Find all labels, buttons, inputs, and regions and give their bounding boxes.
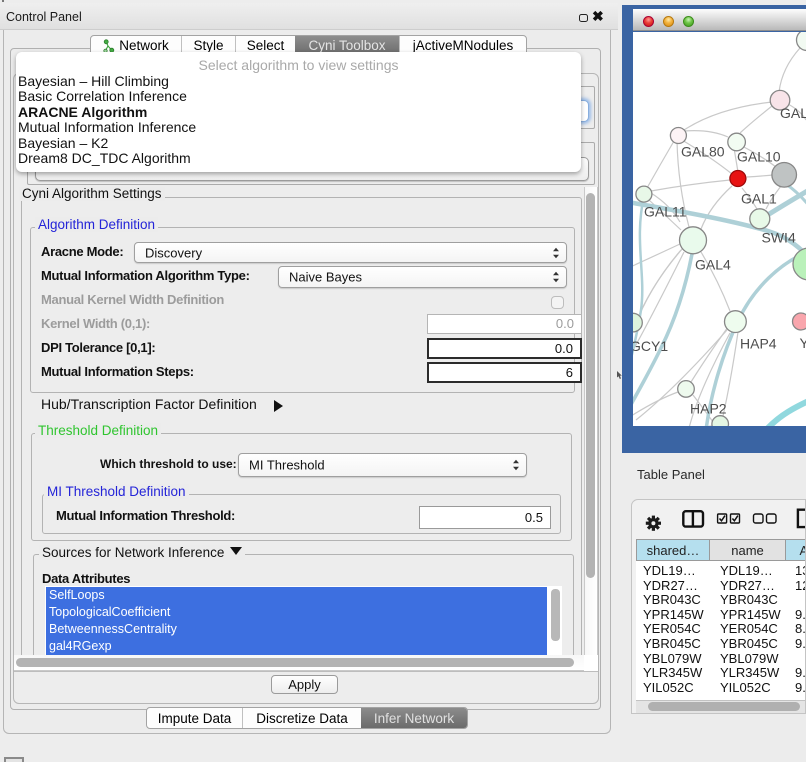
svg-text:GAL4: GAL4 (695, 257, 731, 273)
svg-text:Y: Y (800, 335, 806, 351)
svg-text:GAL7: GAL7 (780, 105, 806, 121)
svg-text:GAL10: GAL10 (737, 149, 781, 165)
svg-text:GAL1: GAL1 (741, 191, 777, 207)
svg-text:HAP4: HAP4 (740, 336, 777, 352)
svg-text:GAL80: GAL80 (681, 144, 725, 160)
svg-text:HAP2: HAP2 (690, 401, 727, 417)
svg-text:GCY1: GCY1 (633, 338, 668, 354)
svg-text:GAL11: GAL11 (644, 204, 687, 220)
svg-text:SWI4: SWI4 (762, 230, 796, 246)
